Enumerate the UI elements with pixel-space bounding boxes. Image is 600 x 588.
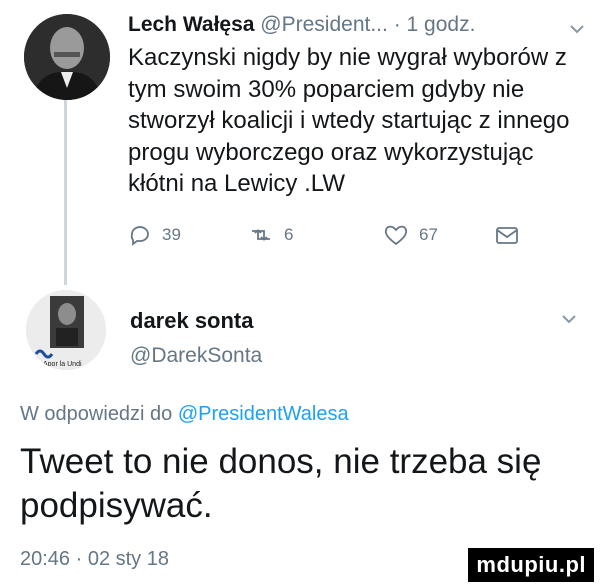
avatar-darek-sonta[interactable]: Apor la Undi [26,290,106,370]
avatar-poster-image: Apor la Undi [26,290,106,370]
reply-button[interactable]: 39 [128,223,181,247]
direct-message-button[interactable] [494,223,520,247]
author-name[interactable]: darek sonta [130,308,262,334]
tweet-text: Kaczynski nigdy by nie wygrał wyborów z … [128,44,570,197]
replying-to-mention[interactable]: @PresidentWalesa [178,403,349,425]
tweet-header: Lech Wałęsa @President... · 1 godz. [128,10,588,40]
like-count: 67 [419,225,438,244]
replying-to: W odpowiedzi do @PresidentWalesa [20,403,349,426]
tweet-actions: 39 6 67 [128,223,558,253]
reply-author[interactable]: darek sonta @DarekSonta [130,308,262,368]
reply-timestamp[interactable]: 20:46 · 02 sty 18 [20,548,169,571]
retweet-icon [248,223,274,247]
replying-to-label: W odpowiedzi do [20,403,178,425]
separator-dot: · [393,13,401,36]
author-handle[interactable]: @DarekSonta [130,344,262,368]
reply-tweet-text: Tweet to nie donos, nie trzeba się podpi… [20,442,542,525]
envelope-icon [494,223,520,247]
like-button[interactable]: 67 [383,223,438,247]
retweet-button[interactable]: 6 [248,223,293,247]
watermark-logo: mdupiu.pl [468,548,594,582]
chevron-down-icon[interactable] [560,310,578,333]
tweet-original[interactable]: Lech Wałęsa @President... · 1 godz. Kacz… [128,10,588,200]
heart-icon [383,223,409,247]
author-name[interactable]: Lech Wałęsa [128,13,254,36]
author-handle[interactable]: @President... [260,13,388,36]
retweet-count: 6 [284,225,294,244]
tweet-time[interactable]: 1 godz. [407,13,476,36]
avatar-lech-walesa[interactable] [24,14,110,100]
chevron-down-icon[interactable] [568,20,586,43]
avatar-portrait-image [24,14,110,100]
thread-connector-line [64,100,67,285]
reply-count: 39 [162,225,181,244]
reply-icon [128,223,152,247]
avatar-poster-caption: Apor la Undi [43,361,82,368]
